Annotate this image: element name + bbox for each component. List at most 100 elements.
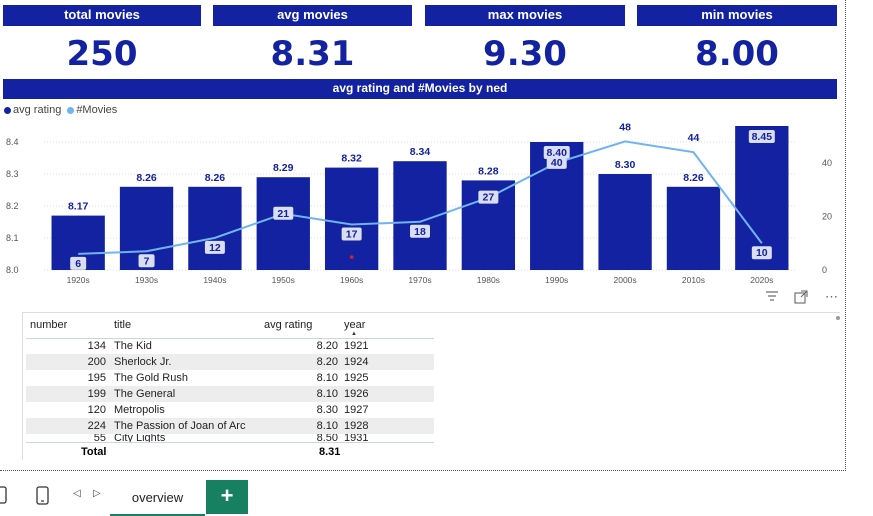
legend-dot-icon — [4, 106, 11, 114]
kpi-total-label: total movies — [3, 5, 201, 26]
bar-data-label: 8.30 — [615, 159, 636, 171]
tab-overview[interactable]: overview — [110, 480, 205, 516]
mobile-layout-icon[interactable] — [36, 486, 49, 511]
movies-table[interactable]: number title avg rating year ▲ 134 The Ki… — [22, 312, 840, 460]
kpi-avg-value: 8.31 — [270, 34, 355, 74]
page-tabs-bar: ◁ ▷ overview + — [0, 474, 873, 516]
bar-data-label: 8.26 — [683, 172, 704, 184]
cell-year: 1927 — [344, 404, 369, 416]
cell-title: The General — [110, 386, 260, 402]
kpi-min-label: min movies — [637, 5, 837, 26]
cell-number: 195 — [87, 372, 106, 384]
cell-avg-rating: 8.50 — [316, 434, 338, 442]
bar-data-label: 8.45 — [752, 131, 773, 143]
add-page-button[interactable]: + — [206, 480, 248, 514]
x-tick-label: 1950s — [272, 275, 295, 285]
x-tick-label: 1990s — [545, 275, 568, 285]
previous-page-icon[interactable]: ◁ — [73, 488, 81, 499]
desktop-layout-icon[interactable] — [0, 486, 8, 511]
table-scrollbar[interactable] — [836, 316, 840, 320]
cell-title: City Lights — [114, 434, 166, 442]
cell-year: 1926 — [340, 386, 434, 402]
line-data-label: 10 — [756, 247, 768, 259]
cell-year: 1925 — [344, 372, 369, 384]
column-header-label: year — [344, 319, 366, 332]
total-label: Total — [81, 446, 107, 458]
bar[interactable] — [598, 174, 652, 270]
bar[interactable] — [324, 167, 379, 270]
kpi-avg-label: avg movies — [213, 5, 412, 26]
bar-data-label: 8.17 — [68, 201, 89, 213]
table-row[interactable]: 134 The Kid 8.20 1921 — [26, 338, 434, 354]
combo-chart[interactable]: 8.0 8.1 8.2 8.3 8.4 0 20 40 1920s 8.17 1930s 8.26 19… — [0, 118, 846, 288]
cell-avg-rating: 8.20 — [260, 354, 340, 370]
table-row[interactable]: 224 The Passion of Joan of Arc 8.10 1928 — [26, 418, 434, 434]
cell-title: The Kid — [114, 340, 152, 353]
y-right-tick-label: 40 — [822, 158, 832, 168]
x-tick-label: 1980s — [477, 275, 500, 285]
table-row[interactable]: 120 Metropolis 8.30 1927 — [26, 402, 434, 418]
legend-label: #Movies — [76, 104, 118, 116]
cell-avg-rating: 8.10 — [260, 386, 340, 402]
table-row[interactable]: 195 The Gold Rush 8.10 1925 — [26, 370, 434, 386]
bar[interactable] — [256, 177, 310, 270]
table-total-row: Total 8.31 — [26, 442, 434, 460]
column-header-title[interactable]: title — [110, 313, 260, 339]
cell-number: 200 — [26, 354, 110, 370]
column-header-number[interactable]: number — [26, 313, 110, 339]
cell-avg-rating: 8.10 — [316, 372, 338, 384]
cell-number: 55 — [93, 434, 106, 442]
more-options-icon[interactable]: ⋯ — [825, 289, 839, 305]
bar-data-label: 8.34 — [410, 146, 431, 158]
chart-title: avg rating and #Movies by ned — [3, 79, 837, 99]
next-page-icon[interactable]: ▷ — [93, 488, 101, 499]
table-row[interactable]: 55 City Lights 8.50 1931 — [26, 434, 434, 442]
kpi-max-value: 9.30 — [483, 34, 567, 74]
focus-mode-icon[interactable] — [794, 290, 808, 307]
kpi-min-value: 8.00 — [695, 34, 779, 74]
cell-year: 1928 — [340, 418, 434, 434]
line-data-label: 48 — [619, 121, 631, 133]
cell-number: 120 — [87, 404, 106, 416]
bar[interactable] — [666, 186, 721, 270]
cell-number: 224 — [26, 418, 110, 434]
cell-year: 1921 — [344, 340, 369, 353]
column-header-year[interactable]: year ▲ — [340, 313, 434, 339]
line-data-label: 17 — [346, 228, 358, 240]
cell-title: Sherlock Jr. — [110, 354, 260, 370]
bar-data-label: 8.26 — [136, 172, 157, 184]
cell-avg-rating: 8.10 — [260, 418, 340, 434]
chart-legend[interactable]: avg rating #Movies — [4, 104, 117, 116]
cell-title: The Gold Rush — [114, 372, 188, 384]
legend-item-movies[interactable]: #Movies — [67, 104, 117, 116]
y-left-tick-label: 8.3 — [6, 169, 19, 179]
line-data-label: 7 — [144, 255, 150, 267]
line-data-label: 40 — [551, 157, 563, 169]
filter-icon[interactable] — [765, 290, 779, 305]
report-canvas: total movies avg movies max movies min m… — [0, 0, 846, 471]
x-tick-label: 2000s — [614, 275, 637, 285]
cell-avg-rating: 8.30 — [316, 404, 338, 416]
legend-item-avg-rating[interactable]: avg rating — [4, 104, 61, 116]
legend-label: avg rating — [13, 104, 62, 116]
cursor-marker — [349, 255, 354, 259]
cell-avg-rating: 8.20 — [316, 340, 338, 353]
y-left-tick-label: 8.0 — [6, 265, 19, 275]
line-data-label: 21 — [277, 208, 289, 220]
total-value: 8.31 — [319, 446, 341, 458]
bar-data-label: 8.26 — [205, 172, 226, 184]
cell-number: 134 — [87, 340, 106, 353]
y-left-tick-label: 8.1 — [6, 233, 19, 243]
table-row[interactable]: 199 The General 8.10 1926 — [26, 386, 434, 402]
y-right-tick-label: 0 — [822, 265, 827, 275]
line-data-label: 27 — [483, 192, 495, 204]
x-tick-label: 1930s — [135, 275, 158, 285]
bar[interactable] — [188, 186, 242, 270]
bar-data-label: 8.32 — [341, 153, 362, 165]
x-tick-label: 1940s — [203, 275, 226, 285]
table-row[interactable]: 200 Sherlock Jr. 8.20 1924 — [26, 354, 434, 370]
column-header-avg-rating[interactable]: avg rating — [260, 313, 340, 339]
legend-dot-icon — [67, 106, 75, 114]
y-right-tick-label: 20 — [822, 211, 832, 221]
x-tick-label: 2010s — [682, 275, 705, 285]
